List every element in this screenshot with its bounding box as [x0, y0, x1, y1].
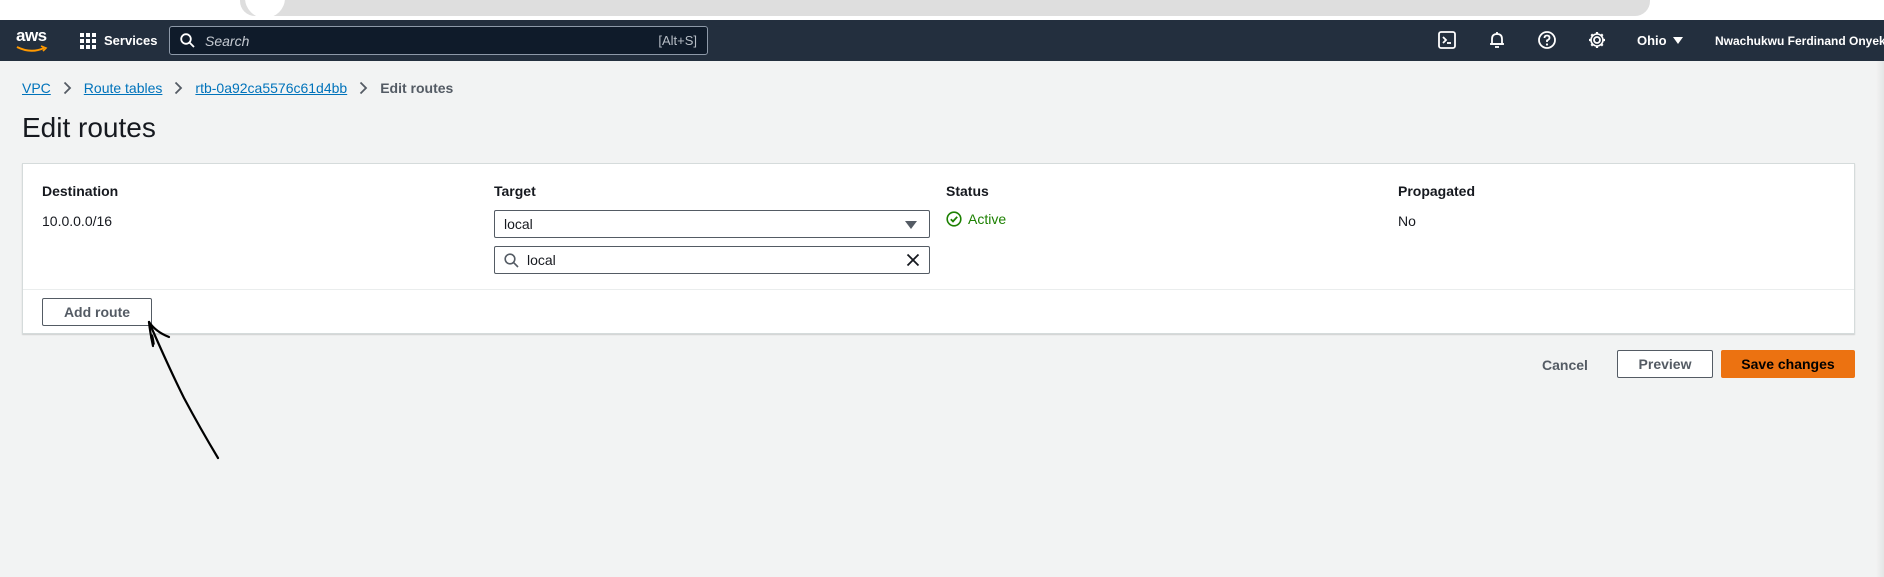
column-header-target: Target [494, 183, 536, 199]
services-label: Services [104, 33, 158, 48]
region-label: Ohio [1637, 33, 1667, 48]
column-header-propagated: Propagated [1398, 183, 1476, 199]
target-filter-input[interactable] [527, 252, 906, 268]
search-input[interactable] [205, 32, 659, 49]
route-status: Active [946, 211, 1006, 227]
routes-panel: Destination Target Status Propagated 10.… [22, 163, 1855, 334]
save-changes-button[interactable]: Save changes [1721, 350, 1855, 378]
breadcrumb: VPC Route tables rtb-0a92ca5576c61d4bb E… [22, 80, 453, 96]
page-title: Edit routes [22, 112, 156, 143]
target-select-value: local [504, 216, 533, 232]
breadcrumb-route-tables[interactable]: Route tables [84, 80, 163, 96]
target-filter[interactable] [494, 246, 930, 274]
global-search[interactable]: [Alt+S] [169, 26, 708, 55]
help-icon[interactable] [1537, 30, 1557, 50]
chevron-right-icon [63, 81, 72, 95]
route-propagated: No [1398, 213, 1416, 229]
search-icon [504, 252, 519, 268]
breadcrumb-route-table-id[interactable]: rtb-0a92ca5576c61d4bb [195, 80, 347, 96]
caret-down-icon [1672, 36, 1683, 44]
status-check-icon [946, 211, 962, 227]
aws-logo-text: aws [16, 26, 47, 45]
browser-tab-shape [0, 0, 30, 18]
panel-divider [23, 289, 1854, 290]
add-route-button[interactable]: Add route [42, 298, 152, 326]
chevron-right-icon [360, 81, 368, 95]
aws-logo[interactable]: aws [16, 26, 50, 54]
column-header-status: Status [946, 183, 989, 199]
browser-tab-strip [0, 0, 1884, 20]
services-menu-button[interactable]: Services [80, 20, 158, 61]
column-header-destination: Destination [42, 183, 119, 199]
account-menu[interactable]: Nwachukwu Ferdinand Onyeka [1715, 20, 1884, 61]
breadcrumb-current: Edit routes [380, 80, 454, 96]
scroll-shadow [1876, 61, 1884, 577]
breadcrumb-vpc[interactable]: VPC [22, 80, 51, 96]
user-name: Nwachukwu Ferdinand Onyeka [1715, 33, 1884, 48]
cancel-button[interactable]: Cancel [1530, 351, 1600, 379]
region-selector[interactable]: Ohio [1637, 20, 1683, 61]
caret-down-icon [905, 221, 917, 229]
route-destination: 10.0.0.0/16 [42, 213, 113, 229]
cloudshell-icon[interactable] [1437, 30, 1457, 50]
aws-smile-icon [16, 45, 48, 52]
annotation-arrow-icon [147, 320, 220, 460]
grid-icon [80, 32, 96, 49]
bell-icon[interactable] [1487, 30, 1507, 50]
gear-icon[interactable] [1587, 30, 1607, 50]
search-icon [180, 33, 195, 48]
preview-button[interactable]: Preview [1617, 350, 1713, 378]
chevron-right-icon [175, 81, 183, 95]
clear-icon[interactable] [906, 253, 920, 267]
aws-top-navigation: aws Services [Alt+S] [0, 20, 1884, 61]
search-shortcut: [Alt+S] [658, 33, 697, 48]
target-select[interactable]: local [494, 210, 930, 238]
browser-address-bar [240, 0, 1650, 16]
route-status-text: Active [968, 211, 1007, 227]
